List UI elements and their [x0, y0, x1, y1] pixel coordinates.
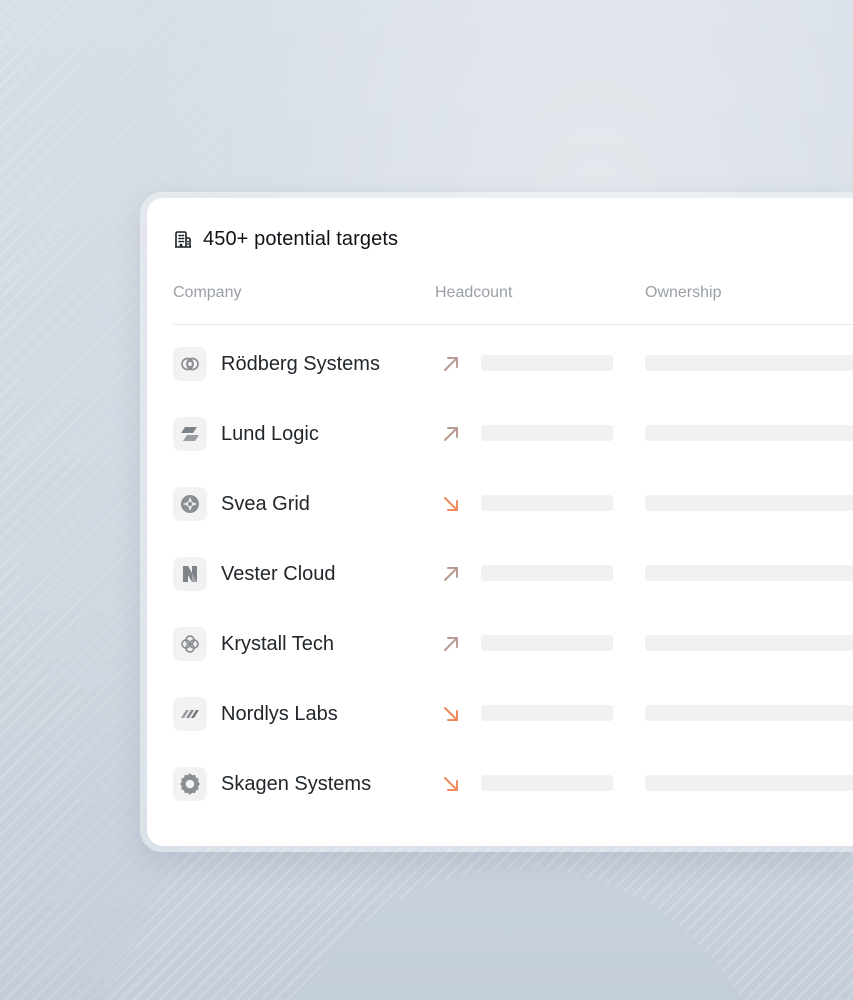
arrow-down-right-icon — [439, 702, 463, 726]
table-header: Company Headcount Ownership — [173, 284, 853, 304]
arrow-up-right-icon — [439, 632, 463, 656]
headcount-placeholder — [481, 565, 613, 581]
column-header-ownership: Ownership — [645, 284, 722, 301]
arrow-up-right-icon — [439, 422, 463, 446]
company-name: Vester Cloud — [221, 563, 336, 585]
card-title-row: 450+ potential targets — [173, 226, 398, 252]
company-name: Rödberg Systems — [221, 353, 380, 375]
column-header-headcount: Headcount — [435, 284, 513, 301]
building-icon — [173, 229, 193, 249]
headcount-placeholder — [481, 775, 613, 791]
card-title: 450+ potential targets — [203, 227, 399, 250]
company-name: Nordlys Labs — [221, 703, 338, 725]
flower-icon — [173, 627, 207, 661]
ownership-placeholder — [645, 355, 853, 371]
arrow-down-right-icon — [439, 492, 463, 516]
table-row[interactable]: Krystall Tech — [173, 610, 853, 680]
table-row[interactable]: Skagen Systems — [173, 750, 853, 820]
company-name: Svea Grid — [221, 493, 310, 515]
company-name: Krystall Tech — [221, 633, 335, 655]
n-mark-icon — [173, 557, 207, 591]
ownership-placeholder — [645, 775, 853, 791]
header-divider — [173, 324, 853, 325]
compass-star-icon — [173, 487, 207, 521]
arrow-down-right-icon — [439, 772, 463, 796]
table-row[interactable]: Svea Grid — [173, 470, 853, 540]
ownership-placeholder — [645, 425, 853, 441]
arrow-up-right-icon — [439, 562, 463, 586]
ownership-placeholder — [645, 565, 853, 581]
headcount-placeholder — [481, 425, 613, 441]
interlocked-rings-icon — [173, 347, 207, 381]
diagonal-stripes-icon — [173, 697, 207, 731]
table-row[interactable]: Vester Cloud — [173, 540, 853, 610]
gear-ring-icon — [173, 767, 207, 801]
headcount-placeholder — [481, 495, 613, 511]
table-row[interactable]: Nordlys Labs — [173, 680, 853, 750]
headcount-placeholder — [481, 635, 613, 651]
targets-card: 450+ potential targets Company Headcount… — [147, 198, 853, 846]
headcount-placeholder — [481, 705, 613, 721]
table-row[interactable]: Lund Logic — [173, 400, 853, 470]
ownership-placeholder — [645, 635, 853, 651]
column-header-company: Company — [173, 284, 242, 301]
headcount-placeholder — [481, 355, 613, 371]
company-name: Skagen Systems — [221, 773, 372, 795]
company-name: Lund Logic — [221, 423, 319, 445]
arrow-up-right-icon — [439, 352, 463, 376]
slanted-bars-icon — [173, 417, 207, 451]
table-row[interactable]: Rödberg Systems — [173, 330, 853, 400]
ownership-placeholder — [645, 495, 853, 511]
ownership-placeholder — [645, 705, 853, 721]
